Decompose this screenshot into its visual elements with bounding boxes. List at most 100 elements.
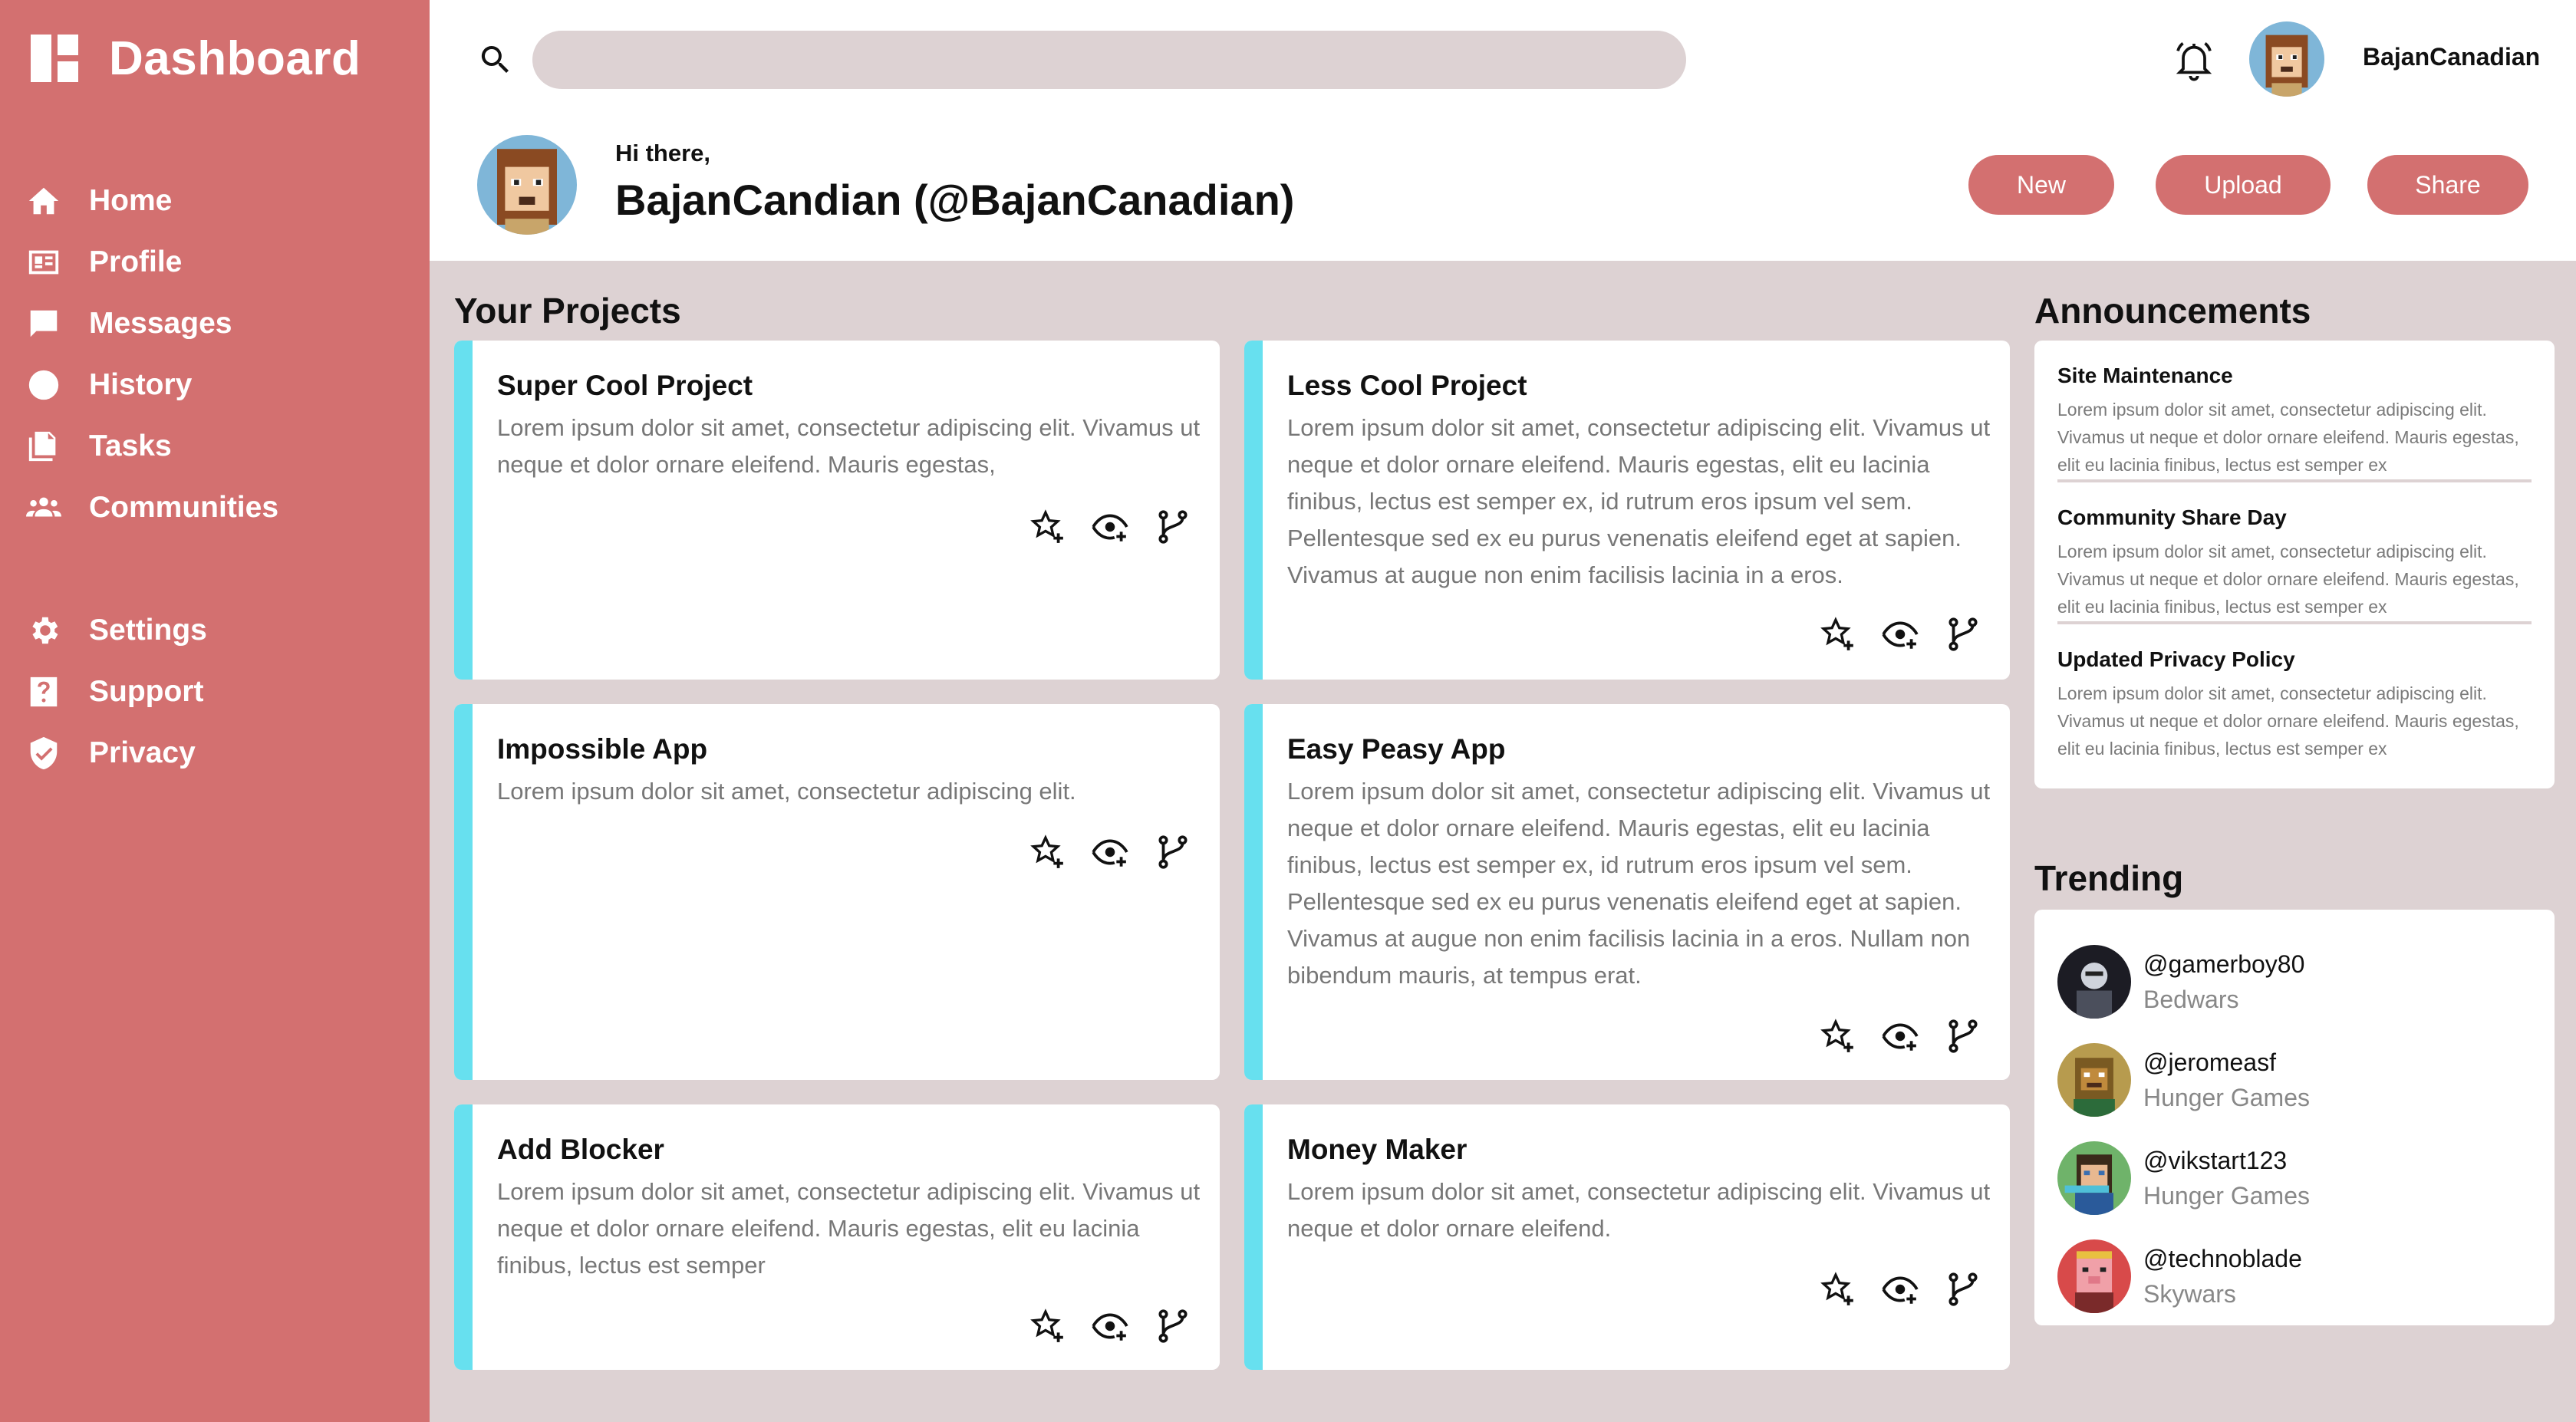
watch-eye-icon[interactable] (1881, 1270, 1919, 1308)
project-description: Lorem ipsum dolor sit amet, consectetur … (1287, 414, 1991, 588)
star-add-icon[interactable] (1028, 508, 1066, 546)
project-title[interactable]: Less Cool Project (1287, 370, 1527, 402)
app-title: Dashboard (109, 31, 361, 85)
project-card[interactable]: Easy Peasy App Lorem ipsum dolor sit ame… (1244, 704, 2010, 1080)
brand[interactable]: Dashboard (31, 31, 361, 85)
watch-eye-icon[interactable] (1091, 833, 1129, 871)
sidebar-item-privacy[interactable]: Privacy (25, 723, 408, 784)
sidebar-item-support[interactable]: Support (25, 661, 408, 723)
watch-eye-icon[interactable] (1091, 1307, 1129, 1345)
star-add-icon[interactable] (1818, 1017, 1856, 1055)
sidebar-item-label: Messages (89, 307, 232, 340)
project-title[interactable]: Add Blocker (497, 1134, 664, 1166)
sidebar-item-messages[interactable]: Messages (25, 293, 408, 354)
shield-icon (25, 734, 63, 772)
fork-icon[interactable] (1944, 1017, 1982, 1055)
sidebar-item-tasks[interactable]: Tasks (25, 416, 408, 477)
project-description: Lorem ipsum dolor sit amet, consectetur … (1287, 778, 1991, 989)
project-actions (1028, 1307, 1192, 1345)
sidebar-item-profile[interactable]: Profile (25, 232, 408, 293)
trending-text: @gamerboy80 Bedwars (2143, 946, 2304, 1017)
sidebar-item-label: Settings (89, 614, 207, 647)
watch-eye-icon[interactable] (1091, 508, 1129, 546)
fork-icon[interactable] (1944, 1270, 1982, 1308)
fork-icon[interactable] (1154, 833, 1192, 871)
announcement-item[interactable]: Site Maintenance Lorem ipsum dolor sit a… (2057, 341, 2532, 482)
fork-icon[interactable] (1154, 1307, 1192, 1345)
sidebar-item-communities[interactable]: Communities (25, 477, 408, 538)
star-add-icon[interactable] (1028, 833, 1066, 871)
project-actions (1818, 1017, 1982, 1055)
announcement-title: Updated Privacy Policy (2057, 647, 2295, 671)
watch-eye-icon[interactable] (1881, 615, 1919, 653)
announcement-title: Site Maintenance (2057, 364, 2233, 387)
project-card[interactable]: Impossible App Lorem ipsum dolor sit ame… (454, 704, 1220, 1080)
card-accent (454, 1104, 473, 1370)
trending-panel: @gamerboy80 Bedwars @jeromeasf Hunger Ga… (2034, 910, 2555, 1325)
avatar[interactable] (2249, 21, 2324, 97)
trending-user[interactable]: @gamerboy80 Bedwars (2057, 933, 2532, 1031)
project-title[interactable]: Impossible App (497, 733, 707, 765)
trending-user[interactable]: @vikstart123 Hunger Games (2057, 1129, 2532, 1227)
watch-eye-icon[interactable] (1881, 1017, 1919, 1055)
sidebar-item-label: Privacy (89, 736, 196, 769)
sidebar-item-settings[interactable]: Settings (25, 600, 408, 661)
project-title[interactable]: Easy Peasy App (1287, 733, 1506, 765)
bell-icon[interactable] (2172, 38, 2215, 81)
project-card[interactable]: Less Cool Project Lorem ipsum dolor sit … (1244, 341, 2010, 680)
announcements-heading: Announcements (2034, 291, 2311, 331)
trending-heading: Trending (2034, 858, 2184, 898)
project-card[interactable]: Super Cool Project Lorem ipsum dolor sit… (454, 341, 1220, 680)
avatar (2057, 1239, 2131, 1313)
card-accent (454, 341, 473, 680)
avatar (2057, 1043, 2131, 1117)
trending-user[interactable]: @jeromeasf Hunger Games (2057, 1031, 2532, 1129)
project-actions (1028, 508, 1192, 546)
project-title[interactable]: Money Maker (1287, 1134, 1467, 1166)
sidebar-item-label: Profile (89, 245, 183, 278)
profile-avatar (477, 135, 577, 235)
project-description: Lorem ipsum dolor sit amet, consectetur … (497, 414, 1201, 478)
share-button[interactable]: Share (2367, 155, 2528, 215)
new-button[interactable]: New (1968, 155, 2114, 215)
project-description: Lorem ipsum dolor sit amet, consectetur … (497, 1178, 1201, 1279)
sidebar-item-home[interactable]: Home (25, 170, 408, 232)
announcement-item[interactable]: Updated Privacy Policy Lorem ipsum dolor… (2057, 624, 2532, 766)
star-add-icon[interactable] (1818, 615, 1856, 653)
announcements-panel: Site Maintenance Lorem ipsum dolor sit a… (2034, 341, 2555, 788)
trending-text: @technoblade Skywars (2143, 1241, 2302, 1312)
star-add-icon[interactable] (1028, 1307, 1066, 1345)
sidebar-item-history[interactable]: History (25, 354, 408, 416)
search-icon[interactable] (477, 41, 514, 78)
header: BajanCanadian Hi there, BajanCandian (@B… (430, 0, 2576, 261)
chat-bubble-icon (25, 304, 63, 343)
upload-button[interactable]: Upload (2156, 155, 2331, 215)
project-description: Lorem ipsum dolor sit amet, consectetur … (1287, 1178, 1991, 1242)
star-add-icon[interactable] (1818, 1270, 1856, 1308)
trending-game: Hunger Games (2143, 1182, 2310, 1210)
trending-game: Bedwars (2143, 986, 2239, 1013)
sidebar-item-label: History (89, 368, 193, 401)
projects-heading: Your Projects (454, 291, 681, 331)
sidebar-item-label: Tasks (89, 430, 172, 462)
trending-game: Skywars (2143, 1280, 2236, 1308)
card-accent (1244, 1104, 1263, 1370)
announcement-item[interactable]: Community Share Day Lorem ipsum dolor si… (2057, 482, 2532, 624)
trending-handle: @gamerboy80 (2143, 950, 2305, 978)
fork-icon[interactable] (1154, 508, 1192, 546)
card-accent (1244, 341, 1263, 680)
avatar (2057, 1141, 2131, 1215)
sidebar: Dashboard Home Profile Messages History (0, 0, 430, 1422)
project-actions (1818, 1270, 1982, 1308)
project-card[interactable]: Money Maker Lorem ipsum dolor sit amet, … (1244, 1104, 2010, 1370)
search-input[interactable] (532, 31, 1686, 89)
gear-icon (25, 611, 63, 650)
trending-handle: @vikstart123 (2143, 1147, 2288, 1174)
username[interactable]: BajanCanadian (2363, 43, 2540, 71)
project-title[interactable]: Super Cool Project (497, 370, 753, 402)
trending-user[interactable]: @technoblade Skywars (2057, 1227, 2532, 1325)
fork-icon[interactable] (1944, 615, 1982, 653)
project-card[interactable]: Add Blocker Lorem ipsum dolor sit amet, … (454, 1104, 1220, 1370)
announcement-body: Lorem ipsum dolor sit amet, consectetur … (2057, 400, 2519, 475)
people-icon (25, 489, 63, 527)
